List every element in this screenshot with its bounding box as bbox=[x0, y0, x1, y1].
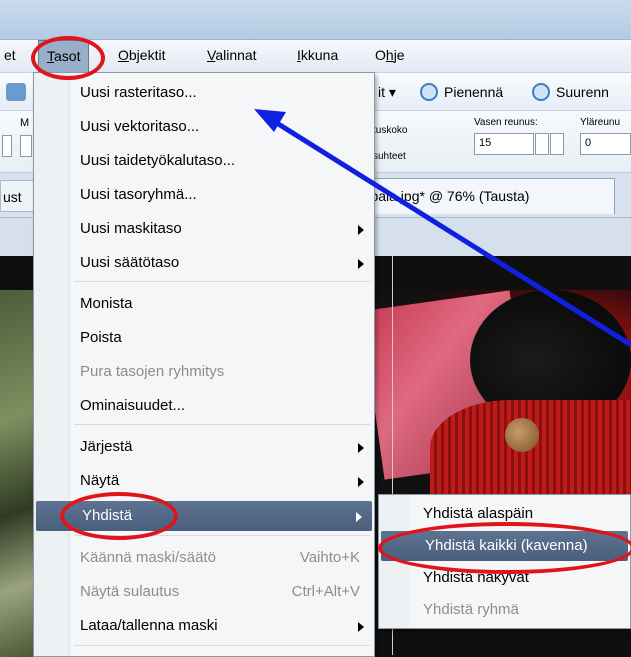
menu-separator bbox=[74, 424, 370, 425]
menu-item-label: Uusi tasoryhmä... bbox=[80, 186, 197, 203]
photo-button bbox=[505, 418, 539, 452]
menu-item-new-art[interactable]: Uusi taidetyökalutaso... bbox=[34, 146, 374, 176]
submenu-item-label: Yhdistä näkyvät bbox=[423, 569, 529, 586]
fit-label: it bbox=[378, 84, 385, 100]
submenu-item-label: Yhdistä kaikki (kavenna) bbox=[425, 537, 588, 554]
menu-item-ungroup[interactable]: Pura tasojen ryhmitys bbox=[34, 357, 374, 387]
zoom-out-button[interactable]: Pienennä bbox=[444, 84, 503, 100]
menu-item-load-save-mask[interactable]: Lataa/tallenna maski bbox=[34, 611, 374, 641]
submenu-item-label: Yhdistä alaspäin bbox=[423, 505, 534, 522]
menu-objects[interactable]: Objektit bbox=[118, 47, 165, 63]
menu-separator bbox=[74, 535, 370, 536]
menu-item-label: Poista bbox=[80, 329, 122, 346]
top-margin-input[interactable]: 0 bbox=[580, 133, 631, 155]
submenu-item-merge-group[interactable]: Yhdistä ryhmä bbox=[379, 595, 630, 625]
menu-item-label: Käännä maski/säätö bbox=[80, 549, 216, 566]
menu-help[interactable]: Ohje bbox=[375, 47, 405, 63]
submenu-item-merge-visible[interactable]: Yhdistä näkyvät bbox=[379, 563, 630, 593]
menu-layers[interactable]: Tasot bbox=[38, 40, 90, 73]
menu-item-invert-mask[interactable]: Käännä maski/säätö Vaihto+K bbox=[34, 543, 374, 573]
menu-item-show-blend[interactable]: Näytä sulautus Ctrl+Alt+V bbox=[34, 577, 374, 607]
menu-item-new-mask[interactable]: Uusi maskitaso bbox=[34, 214, 374, 244]
left-margin-label: Vasen reunus: bbox=[474, 117, 538, 128]
size-label: tuskoko bbox=[373, 125, 408, 136]
menu-item-label: Uusi taidetyökalutaso... bbox=[80, 152, 236, 169]
menu-bar: et Tasot Objektit Valinnat Ikkuna Ohje bbox=[0, 40, 631, 73]
zoom-in-icon[interactable] bbox=[532, 83, 550, 101]
submenu-arrow-icon bbox=[356, 512, 362, 522]
document-tab-left[interactable]: ust bbox=[0, 180, 36, 212]
zoom-in-button[interactable]: Suurenn bbox=[556, 84, 609, 100]
menu-item-new-raster[interactable]: Uusi rasteritaso... bbox=[34, 78, 374, 108]
menu-item-label: Pura tasojen ryhmitys bbox=[80, 363, 225, 380]
menu-item-label: Näytä bbox=[80, 472, 120, 489]
menu-item-new-vector[interactable]: Uusi vektoritaso... bbox=[34, 112, 374, 142]
layers-menu: Uusi rasteritaso... Uusi vektoritaso... … bbox=[33, 72, 375, 657]
fit-dropdown[interactable]: it ▾ bbox=[378, 84, 396, 101]
menu-selections[interactable]: Valinnat bbox=[207, 47, 257, 63]
merge-submenu: Yhdistä alaspäin Yhdistä kaikki (kavenna… bbox=[378, 494, 631, 629]
menu-item-label: Monista bbox=[80, 295, 133, 312]
left-margin-stepper[interactable] bbox=[535, 133, 549, 155]
menu-item-label: Näytä sulautus bbox=[80, 583, 180, 600]
menu-item-label: Uusi rasteritaso... bbox=[80, 84, 197, 101]
menu-edit[interactable]: et bbox=[4, 47, 16, 63]
left-margin-input[interactable]: 15 bbox=[474, 133, 534, 155]
zoom-out-icon[interactable] bbox=[420, 83, 438, 101]
menu-item-label: Uusi maskitaso bbox=[80, 220, 182, 237]
menu-item-new-group[interactable]: Uusi tasoryhmä... bbox=[34, 180, 374, 210]
option-letter: M bbox=[20, 117, 30, 129]
top-margin-label: Yläreunu bbox=[580, 117, 621, 128]
submenu-arrow-icon bbox=[358, 259, 364, 269]
submenu-arrow-icon bbox=[358, 443, 364, 453]
left-spinner[interactable] bbox=[2, 135, 12, 157]
menu-layers-label: Tasot bbox=[47, 48, 81, 64]
menu-window[interactable]: Ikkuna bbox=[297, 47, 338, 63]
menu-shortcut: Ctrl+Alt+V bbox=[291, 583, 360, 600]
menu-item-arrange[interactable]: Järjestä bbox=[34, 432, 374, 462]
submenu-arrow-icon bbox=[358, 622, 364, 632]
menu-item-label: Järjestä bbox=[80, 438, 133, 455]
menu-separator bbox=[74, 645, 370, 646]
ratio-label: suhteet bbox=[373, 151, 406, 162]
photo-background-left bbox=[0, 290, 36, 657]
submenu-item-merge-all[interactable]: Yhdistä kaikki (kavenna) bbox=[381, 531, 628, 561]
left-margin-dropdown[interactable] bbox=[550, 133, 564, 155]
menu-separator bbox=[74, 281, 370, 282]
menu-item-label: Yhdistä bbox=[82, 507, 133, 524]
menu-item-duplicate[interactable]: Monista bbox=[34, 289, 374, 319]
title-bar bbox=[0, 0, 631, 40]
menu-item-new-adjust[interactable]: Uusi säätötaso bbox=[34, 248, 374, 278]
menu-item-label: Uusi vektoritaso... bbox=[80, 118, 200, 135]
menu-item-view[interactable]: Näytä bbox=[34, 466, 374, 496]
submenu-item-merge-down[interactable]: Yhdistä alaspäin bbox=[379, 499, 630, 529]
menu-item-delete[interactable]: Poista bbox=[34, 323, 374, 353]
menu-item-label: Lataa/tallenna maski bbox=[80, 617, 218, 634]
menu-item-merge[interactable]: Yhdistä bbox=[36, 501, 372, 531]
submenu-arrow-icon bbox=[358, 477, 364, 487]
menu-item-properties[interactable]: Ominaisuudet... bbox=[34, 391, 374, 421]
menu-shortcut: Vaihto+K bbox=[299, 549, 360, 566]
left-spinner-2[interactable] bbox=[20, 135, 32, 157]
menu-item-label: Ominaisuudet... bbox=[80, 397, 186, 414]
submenu-arrow-icon bbox=[358, 225, 364, 235]
toolbar-icon[interactable] bbox=[6, 83, 26, 101]
menu-item-label: Uusi säätötaso bbox=[80, 254, 180, 271]
submenu-item-label: Yhdistä ryhmä bbox=[423, 601, 519, 618]
